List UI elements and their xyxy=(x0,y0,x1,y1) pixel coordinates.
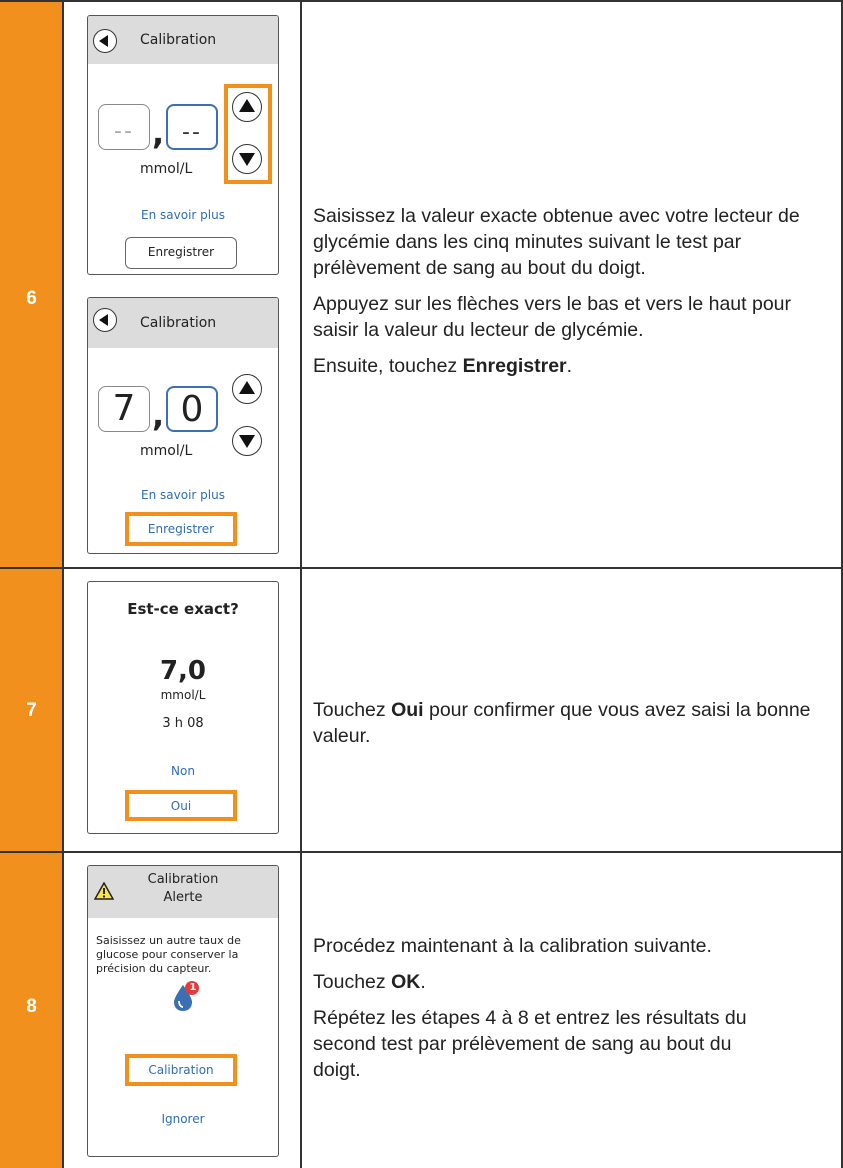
yes-button[interactable]: Oui xyxy=(125,790,237,821)
screen-title: Calibration xyxy=(140,315,217,331)
notification-badge: 1 xyxy=(189,982,197,993)
save-keyword: Enregistrer xyxy=(462,355,567,377)
description-paragraph: Touchez OK. xyxy=(313,971,426,993)
alert-subtitle: Alerte xyxy=(163,890,203,905)
column-divider xyxy=(300,0,302,1168)
instruction-table: 6 7 8 Calibration -- , -- mmol/L En savo… xyxy=(0,0,843,1168)
ok-keyword: OK xyxy=(391,971,421,993)
screen-title: Est-ce exact? xyxy=(127,600,239,618)
table-border-top xyxy=(0,0,843,2)
screen-header: Calibration xyxy=(88,16,278,64)
step-8-description: Procédez maintenant à la calibration sui… xyxy=(313,933,831,1093)
time-label: 3 h 08 xyxy=(162,716,204,731)
unit-label: mmol/L xyxy=(140,443,193,459)
down-arrow-icon[interactable] xyxy=(232,144,262,174)
ignore-link[interactable]: Ignorer xyxy=(88,1112,278,1126)
row-divider xyxy=(0,851,843,853)
down-arrow-icon[interactable] xyxy=(232,426,262,456)
decimal-comma: , xyxy=(152,396,165,434)
up-arrow-icon[interactable] xyxy=(232,92,262,122)
glucose-value: 7,0 xyxy=(159,656,207,686)
step-7-description: Touchez Oui pour confirmer que vous avez… xyxy=(313,697,831,759)
row-divider xyxy=(0,567,843,569)
decimal-digit-field[interactable]: -- xyxy=(166,104,218,150)
step-number-8: 8 xyxy=(26,996,37,1017)
back-arrow-icon[interactable] xyxy=(93,308,117,332)
calibration-button[interactable]: Calibration xyxy=(125,1054,237,1086)
description-paragraph: Procédez maintenant à la calibration sui… xyxy=(313,935,712,957)
calibration-screen-empty: Calibration -- , -- mmol/L En savoir plu… xyxy=(87,15,279,275)
screen-header: Calibration xyxy=(88,298,278,348)
no-link[interactable]: Non xyxy=(88,764,278,778)
unit-label: mmol/L xyxy=(140,161,193,177)
description-paragraph: Appuyez sur les flèches vers le bas et v… xyxy=(313,293,791,341)
back-arrow-icon[interactable] xyxy=(93,29,117,53)
save-button[interactable]: Enregistrer xyxy=(125,512,237,546)
up-arrow-icon[interactable] xyxy=(232,374,262,404)
description-paragraph: Touchez Oui pour confirmer que vous avez… xyxy=(313,699,811,747)
unit-label: mmol/L xyxy=(160,688,206,702)
calibration-alert-screen: Calibration Alerte Saisissez un autre ta… xyxy=(87,865,279,1157)
decimal-digit-field[interactable]: 0 xyxy=(166,386,218,432)
integer-digit-field[interactable]: -- xyxy=(98,104,150,150)
description-paragraph: Répétez les étapes 4 à 8 et entrez les r… xyxy=(313,1007,747,1081)
screen-header: Calibration Alerte xyxy=(88,866,278,918)
step-6-description: Saisissez la valeur exacte obtenue avec … xyxy=(313,203,831,389)
description-paragraph: Ensuite, touchez Enregistrer. xyxy=(313,355,573,377)
alert-message: Saisissez un autre taux de glucose pour … xyxy=(96,934,241,975)
integer-digit-field[interactable]: 7 xyxy=(98,386,150,432)
screen-title: Calibration xyxy=(140,32,217,48)
yes-keyword: Oui xyxy=(391,699,424,721)
learn-more-link[interactable]: En savoir plus xyxy=(88,488,278,502)
learn-more-link[interactable]: En savoir plus xyxy=(88,208,278,222)
step-6-cell xyxy=(0,0,63,567)
alert-title: Calibration xyxy=(147,872,219,887)
save-button[interactable]: Enregistrer xyxy=(125,237,237,269)
confirm-screen: Est-ce exact? 7,0 mmol/L 3 h 08 Non Oui xyxy=(87,581,279,834)
description-paragraph: Saisissez la valeur exacte obtenue avec … xyxy=(313,205,800,279)
column-divider xyxy=(62,0,64,1168)
calibration-screen-filled: Calibration 7 , 0 mmol/L En savoir plus … xyxy=(87,297,279,554)
step-number-7: 7 xyxy=(26,700,37,721)
decimal-comma: , xyxy=(152,114,165,152)
step-number-6: 6 xyxy=(26,288,37,309)
